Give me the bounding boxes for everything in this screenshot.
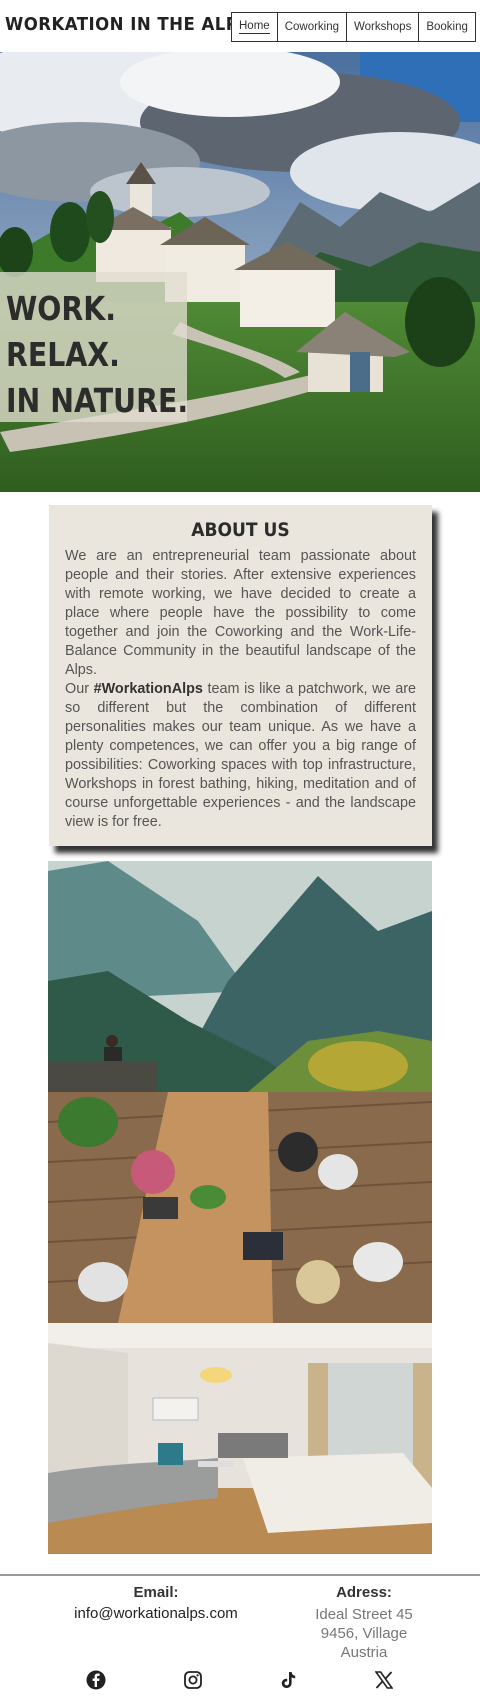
gallery-image-mountains <box>48 861 432 1092</box>
about-paragraph-2: Our #WorkationAlps team is like a patchw… <box>65 680 416 832</box>
hero-section: WORK. RELAX. IN NATURE. <box>0 52 480 492</box>
about-title: ABOUT US <box>191 519 290 541</box>
about-p2-prefix: Our <box>65 681 94 697</box>
about-p2-rest: team is like a patchwork, we are so diff… <box>65 681 416 830</box>
nav-home-label: Home <box>239 20 270 34</box>
gallery-image-bedroom <box>48 1323 432 1554</box>
hero-line-work: WORK. <box>6 289 117 328</box>
footer-email-title: Email: <box>133 1584 179 1601</box>
footer-email-block: Email: info@workationalps.com <box>40 1584 272 1622</box>
brand-title[interactable]: WORKATION IN THE ALPS <box>5 14 251 35</box>
gallery-image-coworking <box>48 1092 432 1323</box>
image-gallery <box>48 861 432 1554</box>
x-icon[interactable] <box>372 1668 396 1692</box>
footer-address-title: Adress: <box>336 1584 392 1601</box>
instagram-icon[interactable] <box>181 1668 205 1692</box>
nav-coworking-label: Coworking <box>284 21 340 33</box>
footer-email-value[interactable]: info@workationalps.com <box>40 1605 272 1622</box>
nav-workshops[interactable]: Workshops <box>346 13 418 41</box>
nav-booking[interactable]: Booking <box>418 13 475 41</box>
site-footer: Email: info@workationalps.com Adress: Id… <box>0 1574 480 1703</box>
about-paragraph-1: We are an entrepreneurial team passionat… <box>65 548 416 678</box>
about-section: ABOUT US We are an entrepreneurial team … <box>49 505 432 846</box>
site-header: WORKATION IN THE ALPS Home Coworking Wor… <box>0 0 480 52</box>
footer-address-line-1: Ideal Street 45 <box>315 1606 413 1623</box>
footer-address-block: Adress: Ideal Street 45 9456, Village Au… <box>298 1584 430 1662</box>
hero-tagline-box: WORK. RELAX. IN NATURE. <box>0 272 189 422</box>
main-nav: Home Coworking Workshops Booking <box>231 12 476 42</box>
footer-address-line-3: Austria <box>340 1644 388 1661</box>
nav-home[interactable]: Home <box>232 13 277 41</box>
hero-line-nature: IN NATURE. <box>6 381 189 420</box>
footer-address-value: Ideal Street 45 9456, Village Austria <box>298 1605 430 1662</box>
footer-address-line-2: 9456, Village <box>320 1625 408 1642</box>
nav-coworking[interactable]: Coworking <box>276 13 346 41</box>
nav-booking-label: Booking <box>426 21 468 33</box>
tiktok-icon[interactable] <box>276 1668 300 1692</box>
nav-workshops-label: Workshops <box>354 21 412 33</box>
about-hashtag: #WorkationAlps <box>93 681 203 697</box>
facebook-icon[interactable] <box>84 1668 108 1692</box>
hero-line-relax: RELAX. <box>6 335 120 374</box>
